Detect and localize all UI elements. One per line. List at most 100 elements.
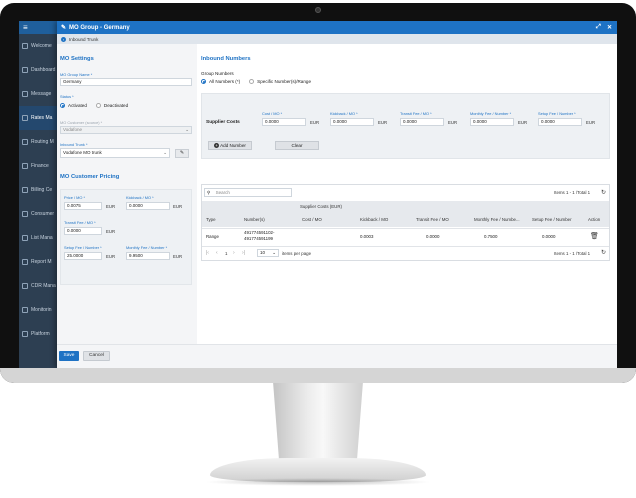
supplier-field-currency: EUR <box>448 120 458 125</box>
cell-monthly: 0.7500 <box>484 234 498 239</box>
maximize-icon[interactable]: ⤢ <box>596 24 601 31</box>
breadcrumb-label[interactable]: Inbound Trunk <box>69 37 98 42</box>
trash-icon[interactable]: 🗑 <box>590 232 599 240</box>
column-header[interactable]: Type <box>206 217 216 222</box>
monthly-input[interactable]: 9.9500 <box>126 252 170 260</box>
setup-label: Setup Fee / Number * <box>64 245 102 250</box>
sidebar-item[interactable]: Dashboard <box>19 58 59 82</box>
transit-currency: EUR <box>106 229 116 234</box>
column-header[interactable]: Cost / MO <box>302 217 322 222</box>
edit-trunk-button[interactable]: ✎ <box>175 149 189 158</box>
setup-input[interactable]: 25.0000 <box>64 252 102 260</box>
add-number-button[interactable]: + Add Number <box>208 141 252 150</box>
sidebar-item[interactable]: Platform <box>19 322 59 346</box>
sidebar-item-label: Routing M <box>31 139 54 145</box>
group-name-input[interactable]: Germany <box>60 78 192 86</box>
sidebar-item-label: Monitorin <box>31 307 52 313</box>
sidebar-item[interactable]: Monitorin <box>19 298 59 322</box>
monitor-mockup: ≡ Welcome Dashboard Message Rates Ma Routing… <box>0 0 636 498</box>
cdr-icon <box>22 283 28 289</box>
column-header[interactable]: Kickback / MO <box>360 217 388 222</box>
sidebar-item[interactable]: Welcome <box>19 34 59 58</box>
supplier-field-currency: EUR <box>310 120 320 125</box>
radio-deactivated[interactable] <box>95 103 101 108</box>
sidebar-item[interactable]: Consumer <box>19 202 59 226</box>
page-size-select[interactable]: 10 ⌄ <box>257 249 279 257</box>
sidebar-item-label: Platform <box>31 331 50 337</box>
pencil-icon: ✎ <box>179 150 185 156</box>
column-header[interactable]: Number(s) <box>244 217 265 222</box>
customer-label: MO Customer (source) * <box>60 120 103 125</box>
price-currency: EUR <box>106 204 116 209</box>
last-page-icon[interactable]: ›| <box>242 250 245 256</box>
table-row[interactable]: Range 491774591102- 491774591199 0.0003 0.00… <box>202 228 609 245</box>
column-header[interactable]: Action <box>588 217 600 222</box>
cell-kickback: 0.0003 <box>360 234 374 239</box>
search-input[interactable]: ⚲ Search <box>204 188 292 197</box>
menu-icon[interactable]: ≡ <box>19 21 59 34</box>
supplier-field-input[interactable]: 0.0000 <box>470 118 514 126</box>
items-info-top: Items 1 - 1 /Total 1 <box>554 190 591 195</box>
sidebar-item-label: Rates Ma <box>31 115 53 121</box>
radio-specific-numbers[interactable] <box>249 79 255 84</box>
sidebar-item[interactable]: Routing M <box>19 130 59 154</box>
per-page-label: items per page <box>282 251 312 256</box>
list-icon <box>22 235 28 241</box>
monitor-chin <box>0 368 636 383</box>
column-header[interactable]: Transit Fee / MO <box>416 217 449 222</box>
sidebar-item[interactable]: Billing Ce <box>19 178 59 202</box>
kickback-input[interactable]: 0.0000 <box>126 202 170 210</box>
sidebar-item-label: List Mana <box>31 235 53 241</box>
sidebar-item[interactable]: Finance <box>19 154 59 178</box>
monitor-icon <box>22 307 28 313</box>
all-numbers-label[interactable]: All Numbers (*) <box>209 79 240 84</box>
column-header[interactable]: Setup Fee / Number <box>532 217 572 222</box>
status-deactivated-label[interactable]: Deactivated <box>104 103 128 108</box>
sidebar-item[interactable]: CDR Mana <box>19 274 59 298</box>
radio-activated[interactable] <box>60 103 65 108</box>
monthly-label: Monthly Fee / Number * <box>126 245 168 250</box>
message-icon <box>22 91 28 97</box>
clear-button[interactable]: Clear <box>275 141 319 150</box>
transit-input[interactable]: 0.0000 <box>64 227 102 235</box>
sidebar-item[interactable]: Rates Ma <box>19 106 59 130</box>
cancel-button[interactable]: Cancel <box>83 351 110 361</box>
column-header[interactable]: Monthly Fee / Numbe... <box>474 217 520 222</box>
price-input[interactable]: 0.0075 <box>64 202 102 210</box>
supplier-costs-group-header: Supplier Costs (EUR) <box>300 204 342 209</box>
pager: |‹ ‹ 1 › ›| 10 ⌄ items per page Items 1 … <box>202 246 609 261</box>
transit-label: Transit Fee / MO * <box>64 220 96 225</box>
setup-currency: EUR <box>106 254 116 259</box>
sidebar-item[interactable]: Report M <box>19 250 59 274</box>
modal-footer: Save Cancel <box>57 344 617 368</box>
supplier-field-input[interactable]: 0.0000 <box>330 118 374 126</box>
status-activated-label[interactable]: Activated <box>68 103 87 108</box>
radio-all-numbers[interactable] <box>201 79 206 84</box>
mo-settings-title: MO Settings <box>60 56 94 62</box>
specific-numbers-label[interactable]: Specific Number(s)/Range <box>257 79 311 84</box>
next-page-icon[interactable]: › <box>233 250 235 256</box>
sidebar-item-label: Billing Ce <box>31 187 53 193</box>
first-page-icon[interactable]: |‹ <box>206 250 209 256</box>
trunk-select[interactable]: Vodafone MO trunk ⌄ <box>60 148 170 158</box>
supplier-field-input[interactable]: 0.0000 <box>262 118 306 126</box>
back-arrow-icon[interactable]: ‹ <box>61 36 66 42</box>
supplier-field-label: Setup Fee / Number * <box>538 111 576 116</box>
refresh-icon[interactable]: ↻ <box>601 189 606 196</box>
sidebar-item[interactable]: List Mana <box>19 226 59 250</box>
current-page[interactable]: 1 <box>225 251 227 256</box>
prev-page-icon[interactable]: ‹ <box>216 250 218 256</box>
supplier-field-input[interactable]: 0.0000 <box>538 118 582 126</box>
chevron-down-icon: ⌄ <box>185 127 189 132</box>
camera-icon <box>315 7 321 13</box>
add-number-label: Add Number <box>220 143 246 148</box>
customer-select[interactable]: Vodafone ⌄ <box>60 126 192 134</box>
save-button[interactable]: Save <box>59 351 79 361</box>
screen: ≡ Welcome Dashboard Message Rates Ma Routing… <box>19 21 617 368</box>
close-icon[interactable]: ✕ <box>607 24 612 31</box>
refresh-icon[interactable]: ↻ <box>601 249 606 256</box>
sidebar-item[interactable]: Message <box>19 82 59 106</box>
customer-value: Vodafone <box>63 127 83 132</box>
supplier-field-input[interactable]: 0.0000 <box>400 118 444 126</box>
stand-shadow <box>204 478 432 486</box>
